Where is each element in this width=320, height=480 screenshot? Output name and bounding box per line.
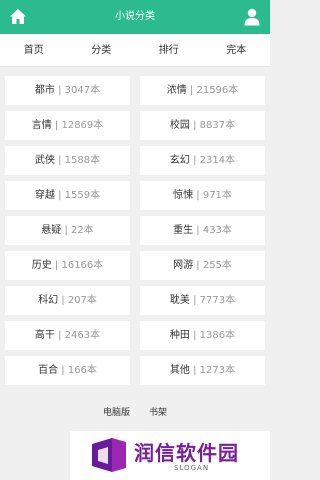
category-separator: | — [193, 330, 197, 341]
category-item[interactable]: 穿越 | 1559本 — [5, 181, 130, 210]
category-item[interactable]: 高干 | 2463本 — [5, 321, 130, 350]
category-name: 浓情 — [166, 85, 187, 96]
category-separator: | — [58, 85, 62, 96]
category-name: 惊悚 — [173, 190, 194, 201]
category-count: 2314本 — [199, 155, 236, 166]
category-name: 种田 — [169, 330, 190, 341]
logo-slogan: SLOGAN — [174, 464, 210, 472]
category-item[interactable]: 校园 | 8837本 — [140, 111, 265, 140]
category-separator: | — [54, 120, 59, 131]
category-name: 科幻 — [38, 295, 59, 306]
category-separator: | — [61, 365, 65, 376]
category-name: 高干 — [34, 330, 55, 341]
top-bar: 小说分类 — [0, 0, 270, 34]
category-count: 1273本 — [199, 365, 236, 376]
category-separator: | — [193, 120, 197, 131]
bookshelf-link[interactable]: 书架 — [149, 405, 167, 418]
category-count: 16166本 — [61, 260, 104, 271]
category-name: 重生 — [173, 225, 194, 236]
tab-ranking[interactable]: 排行 — [135, 34, 203, 66]
main-nav: 首页 分类 排行 完本 — [0, 34, 270, 67]
category-count: 433本 — [202, 225, 232, 236]
category-separator: | — [193, 365, 197, 376]
category-separator: | — [189, 85, 194, 96]
category-item[interactable]: 科幻 | 207本 — [5, 286, 130, 315]
category-count: 166本 — [67, 365, 97, 376]
tab-categories[interactable]: 分类 — [68, 34, 136, 66]
category-separator: | — [61, 295, 65, 306]
category-item[interactable]: 百合 | 166本 — [5, 356, 130, 385]
category-count: 22本 — [71, 225, 94, 236]
category-name: 耽美 — [169, 295, 190, 306]
category-count: 7773本 — [199, 295, 236, 306]
tab-completed[interactable]: 完本 — [203, 34, 271, 66]
desktop-version-link[interactable]: 电脑版 — [103, 405, 130, 418]
category-name: 穿越 — [34, 190, 55, 201]
category-name: 校园 — [169, 120, 190, 131]
category-separator: | — [196, 190, 200, 201]
category-item[interactable]: 惊悚 | 971本 — [140, 181, 265, 210]
category-count: 255本 — [202, 260, 232, 271]
category-separator: | — [58, 330, 62, 341]
category-item[interactable]: 玄幻 | 2314本 — [140, 146, 265, 175]
category-separator: | — [196, 260, 200, 271]
category-item[interactable]: 种田 | 1386本 — [140, 321, 265, 350]
page-title: 小说分类 — [115, 11, 155, 22]
category-item[interactable]: 历史 | 16166本 — [5, 251, 130, 280]
category-name: 百合 — [38, 365, 59, 376]
category-name: 悬疑 — [41, 225, 62, 236]
category-count: 1386本 — [199, 330, 236, 341]
watermark-logo: 润信软件园 SLOGAN — [70, 431, 270, 480]
category-item[interactable]: 武侠 | 1588本 — [5, 146, 130, 175]
category-name: 武侠 — [34, 155, 55, 166]
category-item[interactable]: 重生 | 433本 — [140, 216, 265, 245]
category-name: 言情 — [31, 120, 52, 131]
category-item[interactable]: 耽美 | 7773本 — [140, 286, 265, 315]
category-separator: | — [193, 155, 197, 166]
category-name: 玄幻 — [169, 155, 190, 166]
category-separator: | — [64, 225, 68, 236]
category-count: 1588本 — [64, 155, 101, 166]
category-count: 1559本 — [64, 190, 101, 201]
category-separator: | — [54, 260, 59, 271]
category-grid: 都市 | 3047本 浓情 | 21596本 言情 | 12869本 校园 | 883… — [5, 76, 265, 385]
category-count: 2463本 — [64, 330, 101, 341]
category-item[interactable]: 悬疑 | 22本 — [5, 216, 130, 245]
category-count: 8837本 — [199, 120, 236, 131]
category-separator: | — [196, 225, 200, 236]
tab-home[interactable]: 首页 — [0, 34, 68, 66]
category-name: 历史 — [31, 260, 52, 271]
category-count: 207本 — [67, 295, 97, 306]
category-item[interactable]: 都市 | 3047本 — [5, 76, 130, 105]
logo-mark-icon — [90, 436, 128, 474]
category-item[interactable]: 浓情 | 21596本 — [140, 76, 265, 105]
category-count: 12869本 — [61, 120, 104, 131]
category-count: 21596本 — [196, 85, 239, 96]
category-name: 其他 — [169, 365, 190, 376]
category-item[interactable]: 言情 | 12869本 — [5, 111, 130, 140]
logo-name: 润信软件园 — [134, 441, 239, 465]
category-separator: | — [193, 295, 197, 306]
category-item[interactable]: 网游 | 255本 — [140, 251, 265, 280]
user-icon[interactable] — [244, 8, 260, 26]
category-count: 3047本 — [64, 85, 101, 96]
category-count: 971本 — [202, 190, 232, 201]
category-name: 网游 — [173, 260, 194, 271]
category-item[interactable]: 其他 | 1273本 — [140, 356, 265, 385]
footer-links: 电脑版 书架 — [0, 405, 270, 421]
category-separator: | — [58, 190, 62, 201]
category-name: 都市 — [34, 85, 55, 96]
category-separator: | — [58, 155, 62, 166]
